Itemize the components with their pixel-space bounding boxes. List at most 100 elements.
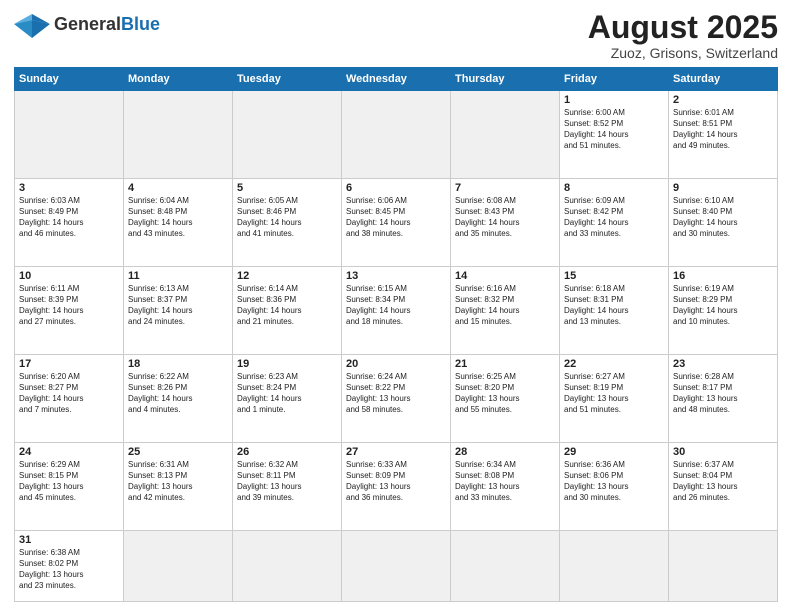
calendar-col-header: Saturday — [669, 68, 778, 91]
day-info: Sunrise: 6:14 AMSunset: 8:36 PMDaylight:… — [237, 284, 337, 327]
calendar-day-cell: 10 Sunrise: 6:11 AMSunset: 8:39 PMDayligh… — [15, 267, 124, 355]
calendar-week-row: 24 Sunrise: 6:29 AMSunset: 8:15 PMDayligh… — [15, 443, 778, 531]
logo-bird-icon — [14, 10, 50, 38]
calendar-day-cell: 7 Sunrise: 6:08 AMSunset: 8:43 PMDaylight… — [451, 179, 560, 267]
calendar-day-cell — [342, 91, 451, 179]
day-info: Sunrise: 6:27 AMSunset: 8:19 PMDaylight:… — [564, 372, 664, 415]
day-info: Sunrise: 6:29 AMSunset: 8:15 PMDaylight:… — [19, 460, 119, 503]
day-number: 6 — [346, 182, 446, 194]
calendar-day-cell: 8Sunrise: 6:09 AMSunset: 8:42 PMDaylight… — [560, 179, 669, 267]
calendar-day-cell — [15, 91, 124, 179]
calendar-week-row: 3 Sunrise: 6:03 AMSunset: 8:49 PMDaylight… — [15, 179, 778, 267]
day-info: Sunrise: 6:04 AMSunset: 8:48 PMDaylight:… — [128, 196, 228, 239]
calendar-col-header: Friday — [560, 68, 669, 91]
day-info: Sunrise: 6:20 AMSunset: 8:27 PMDaylight:… — [19, 372, 119, 415]
day-number: 30 — [673, 446, 773, 458]
day-number: 22 — [564, 358, 664, 370]
day-number: 20 — [346, 358, 446, 370]
calendar-day-cell — [451, 531, 560, 602]
calendar-day-cell — [560, 531, 669, 602]
calendar-title: August 2025 — [588, 10, 778, 45]
day-number: 7 — [455, 182, 555, 194]
day-number: 11 — [128, 270, 228, 282]
day-number: 2 — [673, 94, 773, 106]
calendar-day-cell: 9Sunrise: 6:10 AMSunset: 8:40 PMDaylight… — [669, 179, 778, 267]
calendar-day-cell: 17 Sunrise: 6:20 AMSunset: 8:27 PMDayligh… — [15, 355, 124, 443]
day-number: 13 — [346, 270, 446, 282]
day-info: Sunrise: 6:24 AMSunset: 8:22 PMDaylight:… — [346, 372, 446, 415]
day-info: Sunrise: 6:34 AMSunset: 8:08 PMDaylight:… — [455, 460, 555, 503]
day-number: 10 — [19, 270, 119, 282]
day-info: Sunrise: 6:25 AMSunset: 8:20 PMDaylight:… — [455, 372, 555, 415]
calendar-col-header: Monday — [124, 68, 233, 91]
calendar-day-cell: 28 Sunrise: 6:34 AMSunset: 8:08 PMDayligh… — [451, 443, 560, 531]
calendar-day-cell: 3 Sunrise: 6:03 AMSunset: 8:49 PMDaylight… — [15, 179, 124, 267]
calendar-day-cell: 15Sunrise: 6:18 AMSunset: 8:31 PMDayligh… — [560, 267, 669, 355]
day-number: 4 — [128, 182, 228, 194]
day-info: Sunrise: 6:10 AMSunset: 8:40 PMDaylight:… — [673, 196, 773, 239]
day-info: Sunrise: 6:09 AMSunset: 8:42 PMDaylight:… — [564, 196, 664, 239]
day-number: 25 — [128, 446, 228, 458]
day-info: Sunrise: 6:11 AMSunset: 8:39 PMDaylight:… — [19, 284, 119, 327]
day-info: Sunrise: 6:15 AMSunset: 8:34 PMDaylight:… — [346, 284, 446, 327]
day-number: 1 — [564, 94, 664, 106]
day-info: Sunrise: 6:38 AMSunset: 8:02 PMDaylight:… — [19, 548, 119, 591]
day-info: Sunrise: 6:03 AMSunset: 8:49 PMDaylight:… — [19, 196, 119, 239]
day-number: 3 — [19, 182, 119, 194]
calendar-day-cell: 30Sunrise: 6:37 AMSunset: 8:04 PMDayligh… — [669, 443, 778, 531]
calendar-week-row: 31 Sunrise: 6:38 AMSunset: 8:02 PMDayligh… — [15, 531, 778, 602]
calendar-day-cell: 6Sunrise: 6:06 AMSunset: 8:45 PMDaylight… — [342, 179, 451, 267]
day-number: 29 — [564, 446, 664, 458]
day-number: 14 — [455, 270, 555, 282]
day-number: 31 — [19, 534, 119, 546]
calendar-week-row: 1 Sunrise: 6:00 AMSunset: 8:52 PMDaylight… — [15, 91, 778, 179]
logo: GeneralBlue — [14, 10, 160, 38]
calendar-day-cell — [451, 91, 560, 179]
calendar-day-cell: 16Sunrise: 6:19 AMSunset: 8:29 PMDayligh… — [669, 267, 778, 355]
header: GeneralBlue August 2025 Zuoz, Grisons, S… — [14, 10, 778, 61]
day-number: 27 — [346, 446, 446, 458]
day-info: Sunrise: 6:23 AMSunset: 8:24 PMDaylight:… — [237, 372, 337, 415]
calendar-col-header: Sunday — [15, 68, 124, 91]
day-info: Sunrise: 6:32 AMSunset: 8:11 PMDaylight:… — [237, 460, 337, 503]
day-info: Sunrise: 6:00 AMSunset: 8:52 PMDaylight:… — [564, 108, 664, 151]
calendar-day-cell: 21Sunrise: 6:25 AMSunset: 8:20 PMDayligh… — [451, 355, 560, 443]
day-info: Sunrise: 6:31 AMSunset: 8:13 PMDaylight:… — [128, 460, 228, 503]
day-number: 19 — [237, 358, 337, 370]
title-block: August 2025 Zuoz, Grisons, Switzerland — [588, 10, 778, 61]
calendar-day-cell: 5Sunrise: 6:05 AMSunset: 8:46 PMDaylight… — [233, 179, 342, 267]
day-info: Sunrise: 6:16 AMSunset: 8:32 PMDaylight:… — [455, 284, 555, 327]
calendar-col-header: Tuesday — [233, 68, 342, 91]
day-number: 5 — [237, 182, 337, 194]
day-info: Sunrise: 6:08 AMSunset: 8:43 PMDaylight:… — [455, 196, 555, 239]
calendar-day-cell: 2Sunrise: 6:01 AMSunset: 8:51 PMDaylight… — [669, 91, 778, 179]
calendar-day-cell — [233, 91, 342, 179]
calendar-subtitle: Zuoz, Grisons, Switzerland — [588, 45, 778, 61]
calendar-day-cell: 18Sunrise: 6:22 AMSunset: 8:26 PMDayligh… — [124, 355, 233, 443]
day-info: Sunrise: 6:33 AMSunset: 8:09 PMDaylight:… — [346, 460, 446, 503]
day-number: 15 — [564, 270, 664, 282]
calendar-day-cell — [124, 91, 233, 179]
day-number: 23 — [673, 358, 773, 370]
day-number: 28 — [455, 446, 555, 458]
calendar-day-cell: 31 Sunrise: 6:38 AMSunset: 8:02 PMDayligh… — [15, 531, 124, 602]
calendar-day-cell: 29 Sunrise: 6:36 AMSunset: 8:06 PMDayligh… — [560, 443, 669, 531]
day-info: Sunrise: 6:19 AMSunset: 8:29 PMDaylight:… — [673, 284, 773, 327]
calendar-day-cell — [342, 531, 451, 602]
day-info: Sunrise: 6:22 AMSunset: 8:26 PMDaylight:… — [128, 372, 228, 415]
calendar-day-cell: 22 Sunrise: 6:27 AMSunset: 8:19 PMDayligh… — [560, 355, 669, 443]
calendar-day-cell: 1 Sunrise: 6:00 AMSunset: 8:52 PMDaylight… — [560, 91, 669, 179]
calendar-day-cell: 27 Sunrise: 6:33 AMSunset: 8:09 PMDayligh… — [342, 443, 451, 531]
day-info: Sunrise: 6:36 AMSunset: 8:06 PMDaylight:… — [564, 460, 664, 503]
calendar-day-cell: 12Sunrise: 6:14 AMSunset: 8:36 PMDayligh… — [233, 267, 342, 355]
calendar-day-cell: 20 Sunrise: 6:24 AMSunset: 8:22 PMDayligh… — [342, 355, 451, 443]
calendar-day-cell — [669, 531, 778, 602]
day-number: 24 — [19, 446, 119, 458]
page: GeneralBlue August 2025 Zuoz, Grisons, S… — [0, 0, 792, 612]
calendar-col-header: Thursday — [451, 68, 560, 91]
calendar-day-cell: 11Sunrise: 6:13 AMSunset: 8:37 PMDayligh… — [124, 267, 233, 355]
calendar-day-cell: 4 Sunrise: 6:04 AMSunset: 8:48 PMDaylight… — [124, 179, 233, 267]
day-number: 17 — [19, 358, 119, 370]
calendar-day-cell: 13 Sunrise: 6:15 AMSunset: 8:34 PMDayligh… — [342, 267, 451, 355]
day-number: 26 — [237, 446, 337, 458]
